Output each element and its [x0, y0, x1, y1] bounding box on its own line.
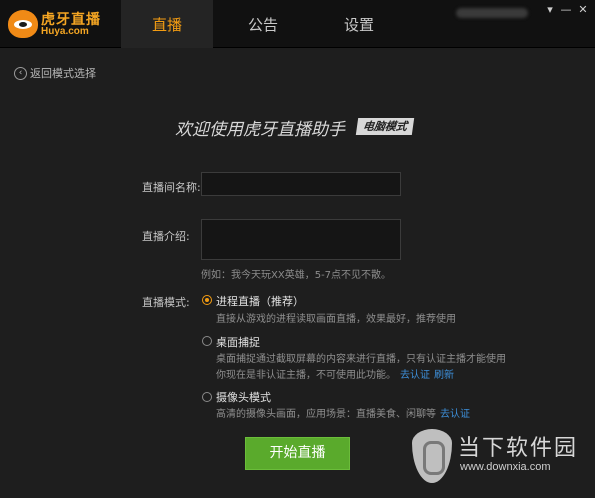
tab-live[interactable]: 直播 [121, 0, 213, 48]
radio-camera-mode[interactable] [202, 392, 212, 402]
camera-certify-link[interactable]: 去认证 [440, 409, 470, 420]
huya-tiger-icon [8, 10, 38, 38]
watermark-text: 当下软件园 [458, 436, 579, 461]
welcome-headline: 欢迎使用虎牙直播助手 [175, 120, 345, 140]
desktop-capture-desc: 桌面捕捉通过截取屏幕的内容来进行直播，只有认证主播才能使用 [216, 354, 506, 365]
watermark-logo-icon [412, 429, 452, 483]
close-icon[interactable]: ✕ [576, 3, 590, 17]
menu-dropdown-icon[interactable]: ▾ [543, 3, 557, 17]
radio-desktop-capture[interactable] [202, 336, 212, 346]
huya-logo: 虎牙直播 Huya.com [8, 8, 108, 40]
room-name-label: 直播间名称: [142, 181, 201, 194]
start-live-button[interactable]: 开始直播 [245, 437, 350, 470]
camera-mode-desc: 高清的摄像头画面，应用场景：直播美食、闲聊等 去认证 [216, 405, 470, 420]
room-name-input[interactable] [201, 172, 401, 196]
tab-notice[interactable]: 公告 [213, 0, 313, 48]
process-mode-desc: 直接从游戏的进程读取画面直播，效果最好，推荐使用 [216, 314, 456, 325]
watermark: 当下软件园 www.downxia.com [410, 425, 590, 495]
refresh-link[interactable]: 刷新 [434, 370, 454, 381]
intro-example-hint: 例如：我今天玩XX英雄，5-7点不见不散。 [201, 270, 392, 281]
non-certified-notice: 你现在是非认证主播，不可使用此功能。 [216, 370, 396, 381]
back-arrow-icon: ‹ [14, 66, 27, 80]
pc-mode-badge: 电脑模式 [355, 118, 415, 135]
desktop-capture-status: 你现在是非认证主播，不可使用此功能。 去认证 刷新 [216, 366, 454, 381]
username-blurred[interactable] [456, 8, 528, 18]
back-label: 返回模式选择 [30, 67, 96, 80]
stream-mode-label: 直播模式: [142, 296, 190, 309]
tab-settings[interactable]: 设置 [313, 0, 405, 48]
go-certify-link[interactable]: 去认证 [400, 370, 430, 381]
intro-textarea[interactable] [201, 219, 401, 260]
camera-mode-title[interactable]: 摄像头模式 [216, 389, 271, 405]
watermark-url: www.downxia.com [460, 461, 551, 473]
camera-mode-desc-text: 高清的摄像头画面，应用场景：直播美食、闲聊等 [216, 409, 436, 420]
back-to-mode-select[interactable]: ‹ 返回模式选择 [14, 65, 96, 81]
intro-label: 直播介绍: [142, 230, 190, 243]
process-mode-title[interactable]: 进程直播（推荐） [216, 293, 304, 309]
title-bar: 虎牙直播 Huya.com 直播 公告 设置 ▾ — ✕ [0, 0, 595, 48]
minimize-icon[interactable]: — [559, 3, 573, 17]
desktop-capture-title[interactable]: 桌面捕捉 [216, 334, 260, 350]
logo-text-en: Huya.com [41, 26, 89, 37]
radio-process-mode[interactable] [202, 295, 212, 305]
